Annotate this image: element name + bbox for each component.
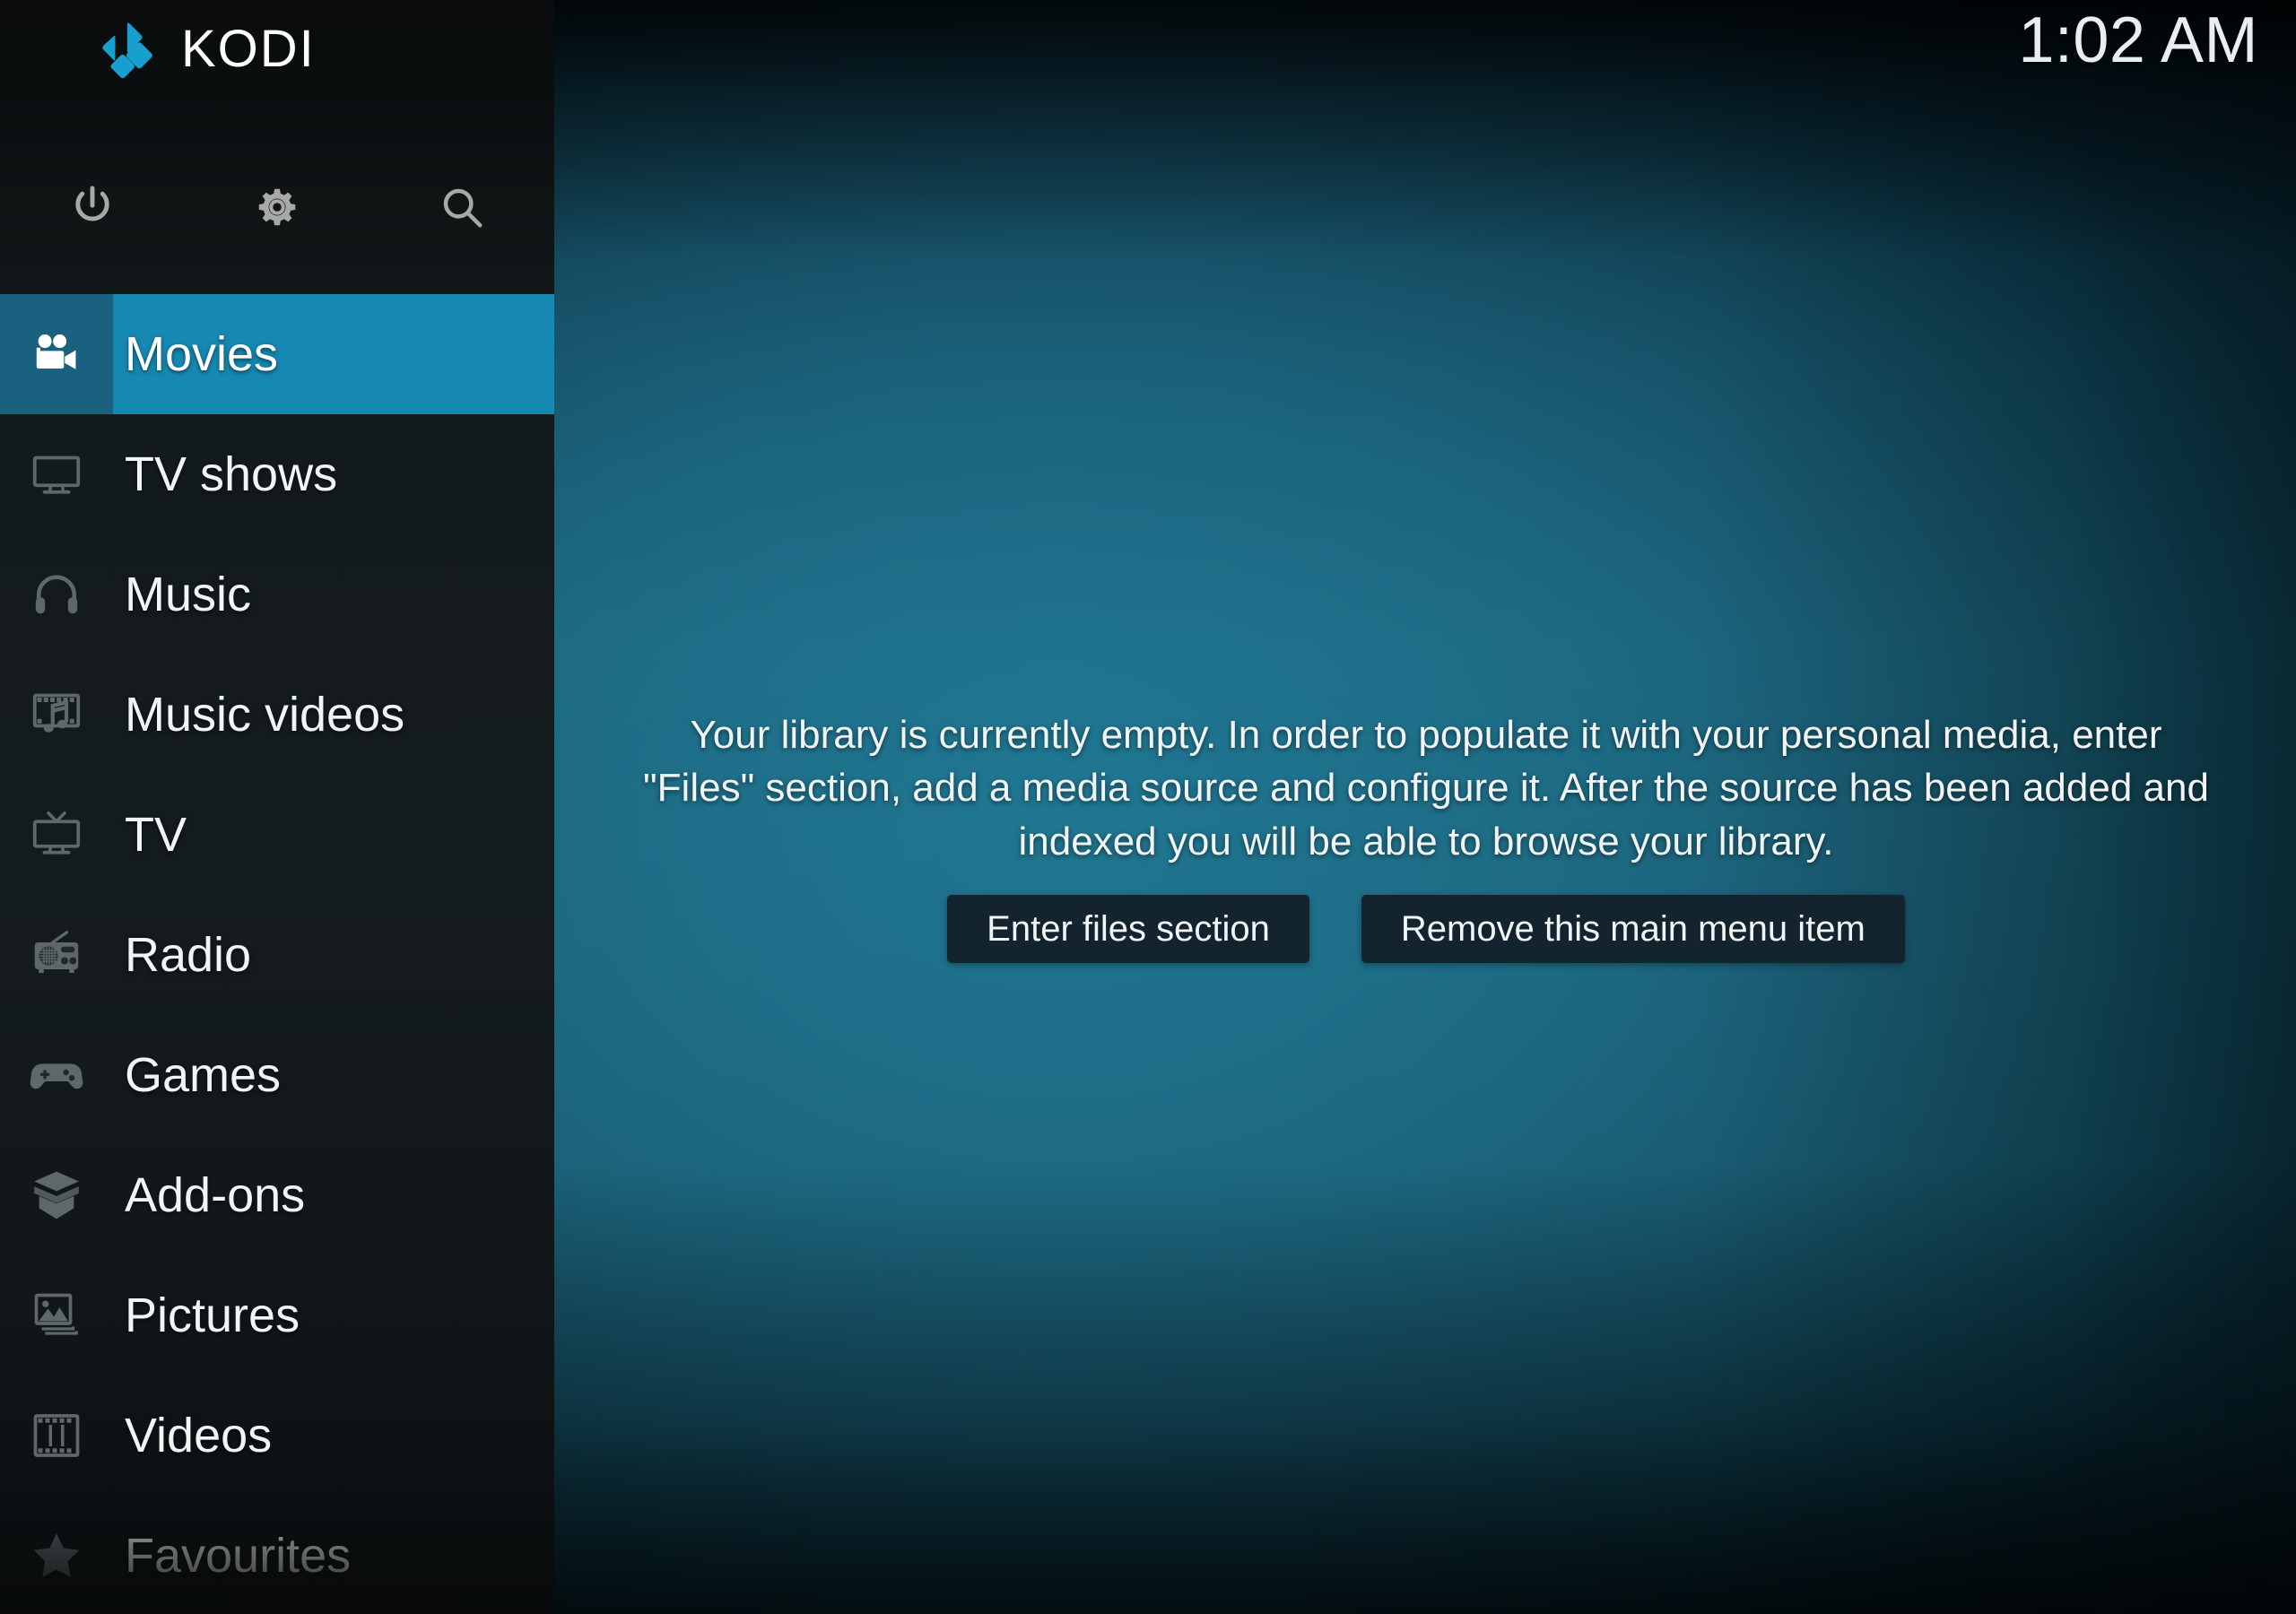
power-button[interactable] xyxy=(0,158,185,256)
kodi-logo-icon xyxy=(102,22,152,79)
sidebar-item-videos[interactable]: Videos xyxy=(0,1375,554,1496)
sidebar-item-label: Music xyxy=(125,568,252,621)
gamepad-icon xyxy=(30,1063,83,1089)
tv-antenna-icon-cell xyxy=(0,775,113,895)
sidebar-item-label: Add-ons xyxy=(125,1168,306,1222)
sidebar-item-tv-shows[interactable]: TV shows xyxy=(0,414,554,534)
sidebar-item-add-ons[interactable]: Add-ons xyxy=(0,1135,554,1255)
radio-icon xyxy=(34,931,79,973)
star-icon-cell xyxy=(0,1496,113,1614)
app-name: KODI xyxy=(181,20,316,78)
sidebar-item-favourites[interactable]: Favourites xyxy=(0,1496,554,1614)
sidebar-item-radio[interactable]: Radio xyxy=(0,895,554,1015)
sidebar-item-label: Favourites xyxy=(125,1529,352,1583)
film-music-icon xyxy=(32,693,81,733)
headphones-icon-cell xyxy=(0,534,113,655)
empty-library-panel: Your library is currently empty. In orde… xyxy=(556,708,2296,964)
app-logo-block: KODI xyxy=(0,0,554,179)
sidebar-menu: Movies TV shows Music Music videos TV Ra… xyxy=(0,294,554,1614)
power-icon xyxy=(75,186,109,221)
search-button[interactable] xyxy=(370,158,554,256)
add-ons-label-cell: Add-ons xyxy=(113,1135,554,1255)
empty-library-actions: Enter files section Remove this main men… xyxy=(947,895,1905,964)
favourites-label-cell: Favourites xyxy=(113,1496,554,1614)
remove-main-menu-item-button[interactable]: Remove this main menu item xyxy=(1361,895,1905,964)
open-box-icon xyxy=(34,1171,79,1219)
tv-antenna-icon xyxy=(32,811,81,855)
gamepad-icon-cell xyxy=(0,1015,113,1135)
sidebar-item-label: Music videos xyxy=(125,688,405,742)
music-videos-label-cell: Music videos xyxy=(113,655,554,775)
sidebar-item-label: Radio xyxy=(125,928,252,982)
sidebar-item-music-videos[interactable]: Music videos xyxy=(0,655,554,775)
music-label-cell: Music xyxy=(113,534,554,655)
kodi-home-screen: 1:02 AM KODI Movies TV shows Music Music… xyxy=(0,0,2296,1614)
sidebar: KODI Movies TV shows Music Music videos … xyxy=(0,0,554,1614)
tv-label-cell: TV xyxy=(113,775,554,895)
sidebar-item-label: Pictures xyxy=(125,1289,300,1342)
sidebar-top-icon-row xyxy=(0,158,554,256)
sidebar-item-label: Movies xyxy=(125,327,279,381)
movie-camera-icon-cell xyxy=(0,294,113,414)
sidebar-item-label: Games xyxy=(125,1048,282,1102)
empty-library-message: Your library is currently empty. In orde… xyxy=(643,713,2209,863)
photos-icon-cell xyxy=(0,1255,113,1375)
tv-monitor-icon xyxy=(32,456,81,494)
clock: 1:02 AM xyxy=(2018,4,2258,76)
photos-icon xyxy=(34,1293,78,1335)
movies-label-cell: Movies xyxy=(113,294,554,414)
gear-icon xyxy=(258,188,296,226)
star-icon xyxy=(33,1533,80,1578)
search-icon xyxy=(443,188,483,228)
open-box-icon-cell xyxy=(0,1135,113,1255)
sidebar-item-label: Videos xyxy=(125,1409,273,1462)
movie-camera-icon xyxy=(36,334,76,369)
radio-icon-cell xyxy=(0,895,113,1015)
tv-shows-label-cell: TV shows xyxy=(113,414,554,534)
pictures-label-cell: Pictures xyxy=(113,1255,554,1375)
sidebar-item-pictures[interactable]: Pictures xyxy=(0,1255,554,1375)
film-music-icon-cell xyxy=(0,655,113,775)
film-strip-icon xyxy=(33,1414,80,1457)
settings-button[interactable] xyxy=(185,158,370,256)
film-strip-icon-cell xyxy=(0,1375,113,1496)
games-label-cell: Games xyxy=(113,1015,554,1135)
sidebar-item-games[interactable]: Games xyxy=(0,1015,554,1135)
sidebar-item-movies[interactable]: Movies xyxy=(0,294,554,414)
tv-monitor-icon-cell xyxy=(0,414,113,534)
videos-label-cell: Videos xyxy=(113,1375,554,1496)
enter-files-section-button[interactable]: Enter files section xyxy=(947,895,1309,964)
sidebar-item-label: TV shows xyxy=(125,447,338,501)
headphones-icon xyxy=(35,575,78,614)
sidebar-item-music[interactable]: Music xyxy=(0,534,554,655)
sidebar-item-label: TV xyxy=(125,808,187,862)
sidebar-item-tv[interactable]: TV xyxy=(0,775,554,895)
radio-label-cell: Radio xyxy=(113,895,554,1015)
